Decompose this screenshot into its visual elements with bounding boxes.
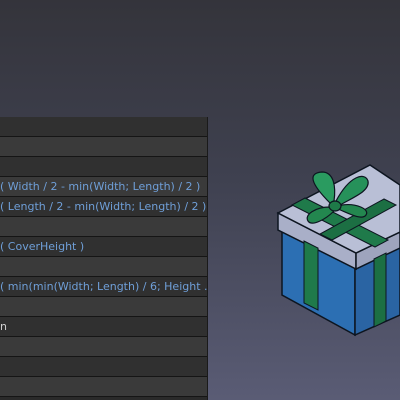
3d-viewport[interactable] (270, 135, 400, 345)
property-row[interactable] (0, 157, 207, 177)
ribbon-side-strip (373, 252, 387, 328)
bow-knot (328, 200, 342, 212)
property-row-cover-height[interactable]: ( CoverHeight ) (0, 237, 207, 257)
property-expression: ( Length / 2 - min(Width; Length) / 2 ) (0, 200, 207, 213)
property-row-ribbon-size[interactable]: ( min(min(Width; Length) / 6; Height ... (0, 277, 207, 297)
property-row[interactable] (0, 257, 207, 277)
gift-box-model[interactable] (270, 135, 400, 345)
property-row-x-offset[interactable]: ( Width / 2 - min(Width; Length) / 2 ) (0, 177, 207, 197)
property-row[interactable] (0, 337, 207, 357)
property-row[interactable] (0, 137, 207, 157)
property-row[interactable]: n (0, 317, 207, 337)
property-row[interactable] (0, 297, 207, 317)
property-row[interactable] (0, 377, 207, 397)
property-expression: ( CoverHeight ) (0, 240, 85, 253)
property-row[interactable] (0, 357, 207, 377)
ribbon-front-strip (303, 240, 319, 311)
property-value: n (0, 320, 7, 333)
property-panel: ( Width / 2 - min(Width; Length) / 2 ) (… (0, 117, 208, 400)
property-row-y-offset[interactable]: ( Length / 2 - min(Width; Length) / 2 ) (0, 197, 207, 217)
property-row[interactable] (0, 217, 207, 237)
property-expression: ( Width / 2 - min(Width; Length) / 2 ) (0, 180, 201, 193)
property-row[interactable] (0, 117, 207, 137)
property-expression: ( min(min(Width; Length) / 6; Height ... (0, 280, 207, 293)
